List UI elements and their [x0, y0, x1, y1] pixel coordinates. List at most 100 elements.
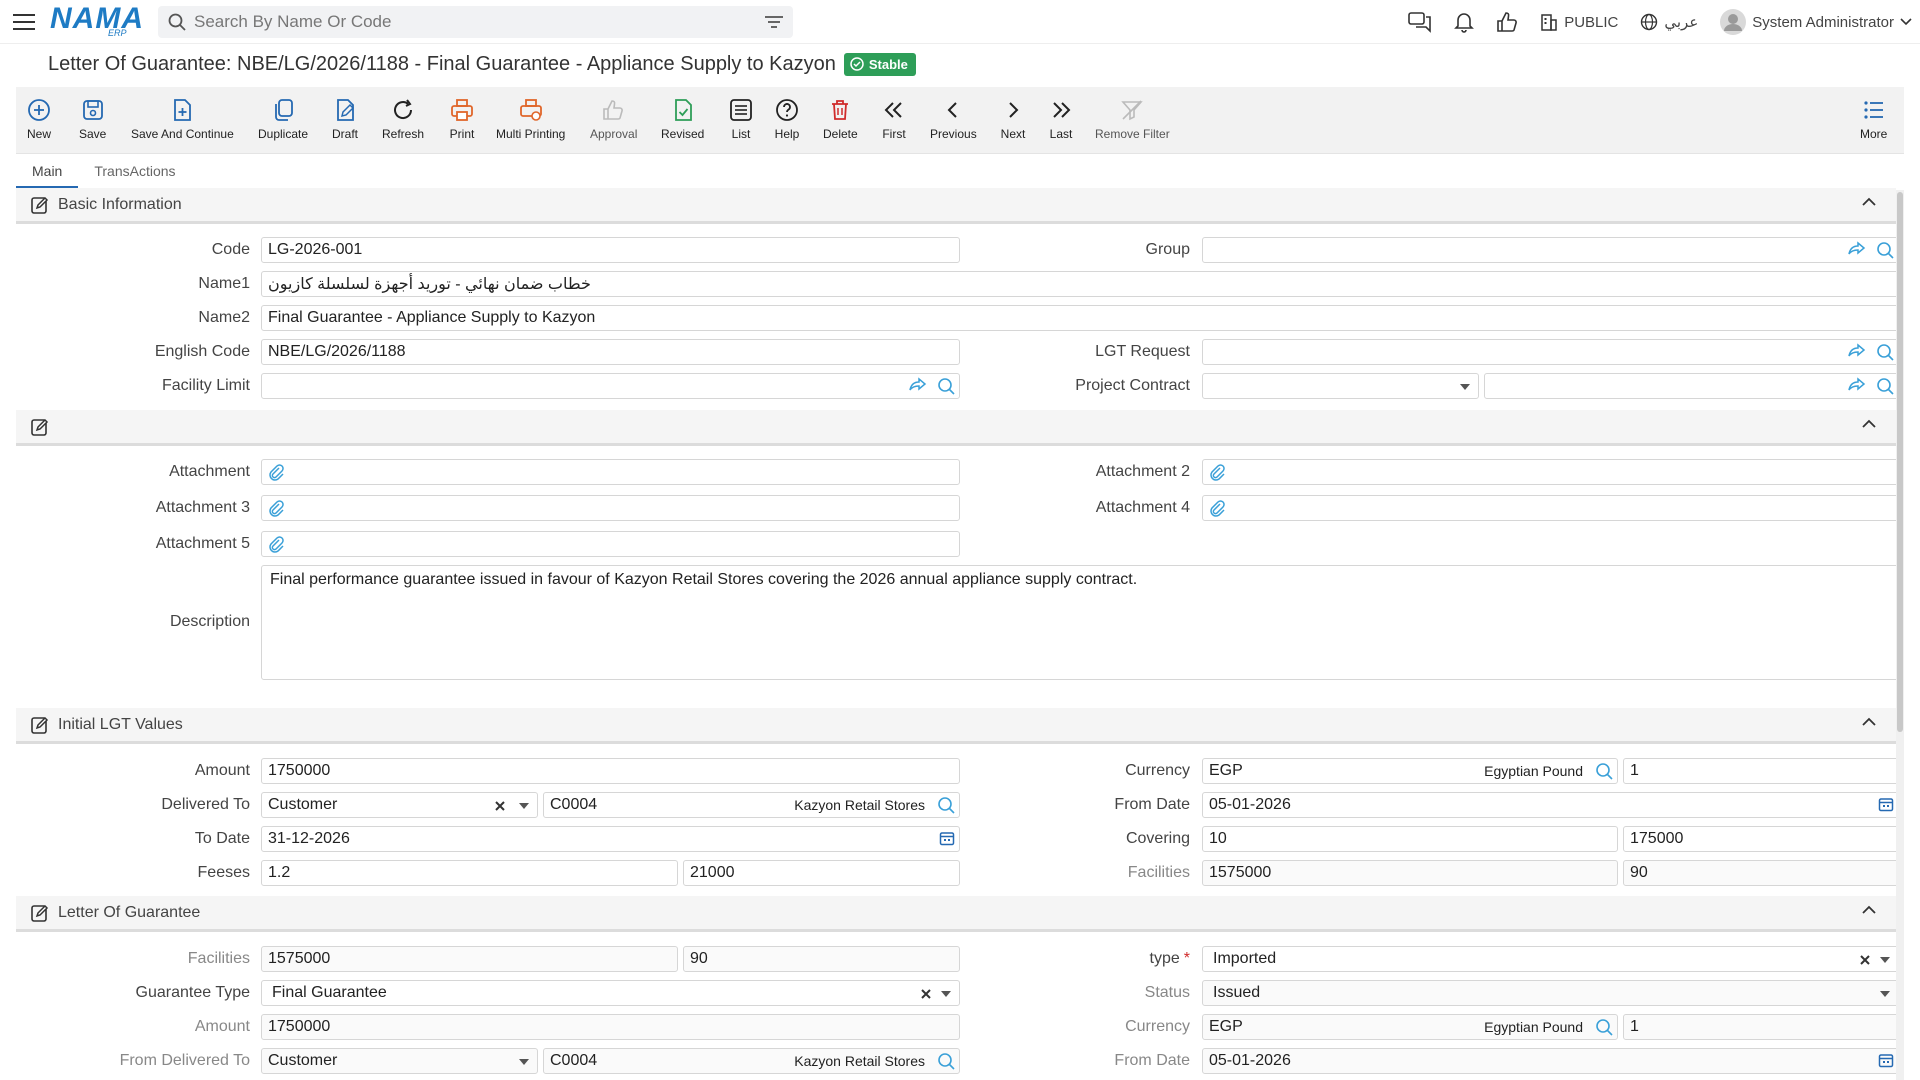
from-date-field[interactable]: 05-01-2026 — [1202, 792, 1899, 818]
covering-percent-field[interactable]: 10 — [1202, 826, 1618, 852]
list-button[interactable]: List — [728, 97, 754, 141]
section-initial-lgt-values[interactable]: Initial LGT Values — [16, 708, 1896, 744]
nama-logo[interactable]: NAMA ERP — [48, 0, 143, 44]
chat-icon[interactable] — [1408, 11, 1432, 33]
trash-icon — [832, 100, 849, 120]
search-refresh-icon[interactable] — [1876, 377, 1894, 395]
lgt-request-field[interactable] — [1202, 339, 1899, 365]
section-letter-of-guarantee[interactable]: Letter Of Guarantee — [16, 896, 1896, 932]
feeses-value-field[interactable]: 21000 — [683, 860, 960, 886]
search-refresh-icon[interactable] — [937, 1052, 955, 1070]
delivered-to-select[interactable]: Customer — [261, 792, 538, 818]
scrollbar-thumb[interactable] — [1897, 192, 1903, 732]
search-refresh-icon[interactable] — [1876, 241, 1894, 259]
name1-field[interactable]: خطاب ضمان نهائي - توريد أجهزة لسلسلة كاز… — [261, 271, 1899, 297]
section-title: Basic Information — [58, 195, 182, 213]
customer-code-field[interactable]: C0004 Kazyon Retail Stores — [543, 792, 960, 818]
multi-printing-button[interactable]: Multi Printing — [496, 97, 565, 141]
search-box[interactable] — [158, 5, 793, 38]
calendar-icon[interactable] — [1878, 796, 1894, 812]
remove-filter-button[interactable]: Remove Filter — [1095, 97, 1170, 141]
english-code-field[interactable]: NBE/LG/2026/1188 — [261, 339, 960, 365]
search-refresh-icon[interactable] — [937, 796, 955, 814]
thumbs-up-icon[interactable] — [1496, 11, 1518, 33]
first-button[interactable]: First — [881, 97, 907, 141]
facility-limit-field[interactable] — [261, 373, 960, 399]
share-icon[interactable] — [909, 377, 927, 393]
attachment-field[interactable] — [261, 459, 960, 485]
search-refresh-icon[interactable] — [1595, 762, 1613, 780]
more-button[interactable]: More — [1860, 97, 1887, 141]
paperclip-icon[interactable] — [268, 499, 284, 517]
code-field[interactable]: LG-2026-001 — [261, 237, 960, 263]
attachment-4-field[interactable] — [1202, 495, 1899, 521]
paperclip-icon[interactable] — [268, 463, 284, 481]
language-selector[interactable]: عربي — [1640, 13, 1698, 31]
chevron-up-icon[interactable] — [1862, 905, 1876, 915]
approval-button[interactable]: Approval — [590, 97, 637, 141]
search-input[interactable] — [194, 11, 765, 32]
project-contract-field[interactable] — [1484, 373, 1899, 399]
delete-button[interactable]: Delete — [823, 97, 858, 141]
section-basic-information[interactable]: Basic Information — [16, 188, 1896, 224]
help-button[interactable]: Help — [774, 97, 800, 141]
from-delivered-to-label: From Delivered To — [119, 1052, 250, 1069]
attachment-2-field[interactable] — [1202, 459, 1899, 485]
paperclip-icon[interactable] — [1209, 499, 1225, 517]
share-icon[interactable] — [1848, 377, 1866, 393]
save-button[interactable]: Save — [79, 97, 106, 141]
clear-icon[interactable] — [1860, 955, 1870, 965]
previous-button[interactable]: Previous — [930, 97, 977, 141]
copy-icon — [275, 99, 293, 121]
status-select[interactable]: Issued — [1202, 980, 1899, 1006]
exchange-rate-field[interactable]: 1 — [1623, 758, 1899, 784]
last-button[interactable]: Last — [1048, 97, 1074, 141]
refresh-button[interactable]: Refresh — [382, 97, 424, 141]
from-delivered-to-select[interactable]: Customer — [261, 1048, 538, 1074]
customer-name: Kazyon Retail Stores — [794, 797, 925, 813]
share-icon[interactable] — [1848, 241, 1866, 257]
next-button[interactable]: Next — [1000, 97, 1026, 141]
attachment-3-field[interactable] — [261, 495, 960, 521]
feeses-percent-field[interactable]: 1.2 — [261, 860, 678, 886]
chevron-up-icon[interactable] — [1862, 717, 1876, 727]
paperclip-icon[interactable] — [1209, 463, 1225, 481]
tab-main[interactable]: Main — [16, 156, 79, 188]
currency-field[interactable]: EGP Egyptian Pound — [1202, 758, 1618, 784]
save-and-continue-button[interactable]: Save And Continue — [131, 97, 234, 141]
search-refresh-icon[interactable] — [1876, 343, 1894, 361]
paperclip-icon[interactable] — [268, 535, 284, 553]
type-select[interactable]: Imported — [1202, 946, 1899, 972]
share-icon[interactable] — [1848, 343, 1866, 359]
filter-icon[interactable] — [765, 15, 783, 29]
amount-field[interactable]: 1750000 — [261, 758, 960, 784]
section-title: Letter Of Guarantee — [58, 903, 201, 921]
name2-field[interactable]: Final Guarantee - Appliance Supply to Ka… — [261, 305, 1899, 331]
calendar-icon[interactable] — [1878, 1052, 1894, 1068]
bell-icon[interactable] — [1454, 11, 1475, 33]
description-textarea[interactable]: Final performance guarantee issued in fa… — [261, 565, 1899, 680]
search-refresh-icon[interactable] — [1595, 1018, 1613, 1036]
new-button[interactable]: New — [26, 97, 52, 141]
attachment-5-field[interactable] — [261, 531, 960, 557]
guarantee-type-select[interactable]: Final Guarantee — [261, 980, 960, 1006]
user-menu[interactable]: System Administrator — [1720, 9, 1912, 35]
group-field[interactable] — [1202, 237, 1899, 263]
tab-transactions[interactable]: TransActions — [78, 156, 191, 188]
duplicate-button[interactable]: Duplicate — [258, 97, 308, 141]
branch-selector[interactable]: PUBLIC — [1540, 13, 1618, 31]
section-attachments[interactable] — [16, 410, 1896, 446]
menu-icon[interactable] — [0, 0, 48, 44]
calendar-icon[interactable] — [939, 830, 955, 846]
revised-button[interactable]: Revised — [661, 97, 704, 141]
chevron-up-icon[interactable] — [1862, 419, 1876, 429]
search-refresh-icon[interactable] — [937, 377, 955, 395]
chevron-up-icon[interactable] — [1862, 197, 1876, 207]
draft-button[interactable]: Draft — [332, 97, 358, 141]
project-contract-select[interactable] — [1202, 373, 1479, 399]
clear-icon[interactable] — [495, 801, 505, 811]
print-button[interactable]: Print — [449, 97, 475, 141]
clear-icon[interactable] — [921, 989, 931, 999]
covering-value-field[interactable]: 175000 — [1623, 826, 1899, 852]
to-date-field[interactable]: 31-12-2026 — [261, 826, 960, 852]
